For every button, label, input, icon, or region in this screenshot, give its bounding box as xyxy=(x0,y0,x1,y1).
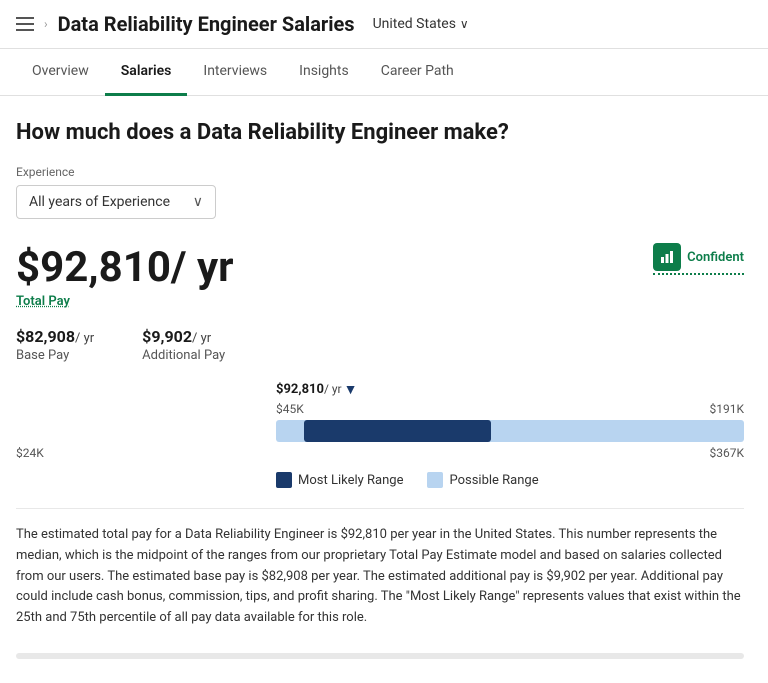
tab-insights[interactable]: Insights xyxy=(283,49,365,96)
chevron-down-icon: ∨ xyxy=(460,17,469,31)
total-pay-amount: $92,810 xyxy=(16,243,171,292)
section-heading: How much does a Data Reliability Enginee… xyxy=(16,120,744,145)
pay-breakdown: $82,908/ yr Base Pay $9,902/ yr Addition… xyxy=(16,327,744,363)
experience-value: All years of Experience xyxy=(29,194,170,210)
additional-pay-label: Additional Pay xyxy=(142,348,225,363)
salary-section: $92,810/ yr Total Pay Confident xyxy=(16,243,744,309)
additional-pay-amount: $9,902/ yr xyxy=(142,327,225,346)
chart-marker-row: $92,810/ yr ▼ xyxy=(16,381,744,398)
legend-light-color xyxy=(427,472,443,488)
legend-most-likely-label: Most Likely Range xyxy=(298,473,403,488)
experience-label: Experience xyxy=(16,165,744,179)
base-pay-label: Base Pay xyxy=(16,348,94,363)
range-label-24k: $24K xyxy=(16,446,44,460)
page-title: Data Reliability Engineer Salaries xyxy=(58,12,355,36)
legend-most-likely: Most Likely Range xyxy=(276,472,403,488)
legend: Most Likely Range Possible Range xyxy=(16,472,744,488)
experience-field: Experience All years of Experience ∨ xyxy=(16,165,744,219)
top-bar: › Data Reliability Engineer Salaries Uni… xyxy=(0,0,768,49)
tab-career-path[interactable]: Career Path xyxy=(365,49,470,96)
range-label-367k: $367K xyxy=(709,446,744,460)
experience-select[interactable]: All years of Experience ∨ xyxy=(16,185,216,219)
base-pay-item: $82,908/ yr Base Pay xyxy=(16,327,94,363)
confident-icon xyxy=(653,243,681,271)
range-label-191k: $191K xyxy=(709,402,744,416)
base-pay-amount: $82,908/ yr xyxy=(16,327,94,346)
range-labels-bottom: $24K $367K xyxy=(16,446,744,460)
chart-bar-dark xyxy=(304,420,491,442)
location-label: United States xyxy=(373,16,456,32)
total-pay-display: $92,810/ yr xyxy=(16,243,233,292)
nav-tabs: Overview Salaries Interviews Insights Ca… xyxy=(0,49,768,96)
tab-overview[interactable]: Overview xyxy=(16,49,105,96)
additional-pay-item: $9,902/ yr Additional Pay xyxy=(142,327,225,363)
range-label-45k: $45K xyxy=(276,402,304,416)
legend-dark-color xyxy=(276,472,292,488)
tab-interviews[interactable]: Interviews xyxy=(187,49,283,96)
salary-left: $92,810/ yr Total Pay xyxy=(16,243,233,309)
range-labels-top: $45K $191K xyxy=(16,402,744,416)
breadcrumb-arrow: › xyxy=(44,17,48,31)
chart-bar-container xyxy=(276,420,744,442)
legend-possible: Possible Range xyxy=(427,472,538,488)
description-text: The estimated total pay for a Data Relia… xyxy=(16,508,744,629)
legend-possible-label: Possible Range xyxy=(449,473,538,488)
marker-label: $92,810/ yr xyxy=(276,382,342,397)
chart-bar-row xyxy=(16,420,744,442)
bottom-scroll-bar xyxy=(16,653,744,659)
hamburger-menu[interactable] xyxy=(16,17,34,31)
main-content: How much does a Data Reliability Enginee… xyxy=(0,96,760,683)
confident-badge[interactable]: Confident xyxy=(653,243,744,275)
total-pay-unit: / yr xyxy=(171,243,234,292)
marker-arrow-icon: ▼ xyxy=(344,381,358,398)
chart-section: $92,810/ yr ▼ $45K $191K $24K $367K Most… xyxy=(16,381,744,488)
location-selector[interactable]: United States ∨ xyxy=(373,16,469,32)
tab-salaries[interactable]: Salaries xyxy=(105,49,188,96)
chevron-down-icon: ∨ xyxy=(193,194,203,210)
confident-label: Confident xyxy=(687,250,744,265)
total-pay-label[interactable]: Total Pay xyxy=(16,294,233,309)
